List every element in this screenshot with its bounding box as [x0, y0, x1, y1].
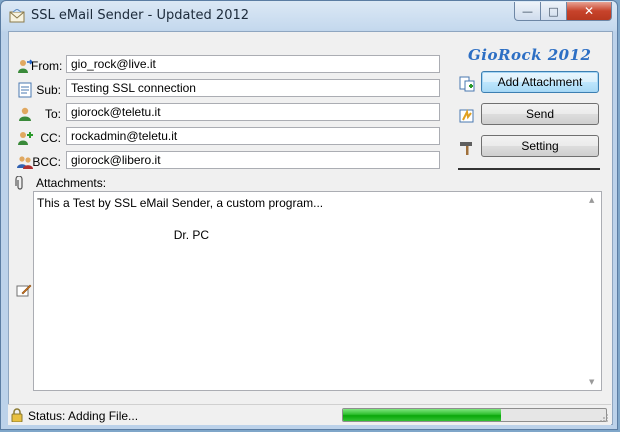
- app-window: SSL eMail Sender - Updated 2012 — □ ✕ Fr…: [0, 0, 618, 430]
- brand-logo: GioRock 2012: [468, 46, 592, 64]
- title-bar: SSL eMail Sender - Updated 2012 — □ ✕: [1, 1, 617, 31]
- status-text: Status: Adding File...: [28, 409, 139, 423]
- from-field[interactable]: gio_rock@live.it: [66, 55, 440, 73]
- main-panel: From: gio_rock@live.it Sub: Testing SSL …: [8, 31, 613, 425]
- bcc-label: BCC:: [32, 155, 61, 169]
- separator-line: [458, 168, 600, 170]
- minimize-button[interactable]: —: [514, 2, 541, 21]
- scroll-down-icon[interactable]: ▼: [589, 378, 594, 386]
- attachments-label: Attachments:: [36, 176, 107, 190]
- cc-row: CC: rockadmin@teletu.it: [9, 127, 449, 147]
- bcc-field[interactable]: giorock@libero.it: [66, 151, 440, 169]
- subject-row: Sub: Testing SSL connection: [9, 79, 449, 99]
- vertical-scrollbar[interactable]: ▲ ▼: [584, 192, 601, 390]
- send-icon: [459, 108, 474, 123]
- from-label: From:: [31, 59, 63, 73]
- cc-label: CC:: [40, 131, 61, 145]
- setting-button[interactable]: Setting: [481, 135, 599, 157]
- to-label: To:: [44, 107, 61, 121]
- email-icon: [9, 9, 25, 23]
- close-button[interactable]: ✕: [567, 2, 612, 21]
- scroll-up-icon[interactable]: ▲: [589, 196, 594, 204]
- add-attachment-icon: [459, 76, 475, 92]
- send-button[interactable]: Send: [481, 103, 599, 125]
- message-text[interactable]: This a Test by SSL eMail Sender, a custo…: [37, 195, 323, 243]
- resize-grip-icon[interactable]: [599, 413, 609, 423]
- window-controls: — □ ✕: [514, 2, 612, 21]
- hammer-icon: [460, 142, 472, 155]
- to-field[interactable]: giorock@teletu.it: [66, 103, 440, 121]
- status-bar: Status: Adding File...: [8, 404, 611, 425]
- message-body[interactable]: This a Test by SSL eMail Sender, a custo…: [33, 191, 602, 391]
- lock-icon: [11, 408, 23, 422]
- from-row: From: gio_rock@live.it: [9, 55, 449, 75]
- maximize-button[interactable]: □: [541, 2, 567, 21]
- bcc-row: BCC: giorock@libero.it: [9, 151, 449, 171]
- to-row: To: giorock@teletu.it: [9, 103, 449, 123]
- cc-field[interactable]: rockadmin@teletu.it: [66, 127, 440, 145]
- progress-bar: [342, 408, 607, 422]
- edit-pen-icon: [16, 284, 32, 297]
- progress-fill: [343, 409, 501, 421]
- subject-field[interactable]: Testing SSL connection: [66, 79, 440, 97]
- paperclip-icon: [15, 176, 23, 190]
- subject-label: Sub:: [36, 83, 61, 97]
- window-title: SSL eMail Sender - Updated 2012: [31, 8, 250, 23]
- add-attachment-button[interactable]: Add Attachment: [481, 71, 599, 93]
